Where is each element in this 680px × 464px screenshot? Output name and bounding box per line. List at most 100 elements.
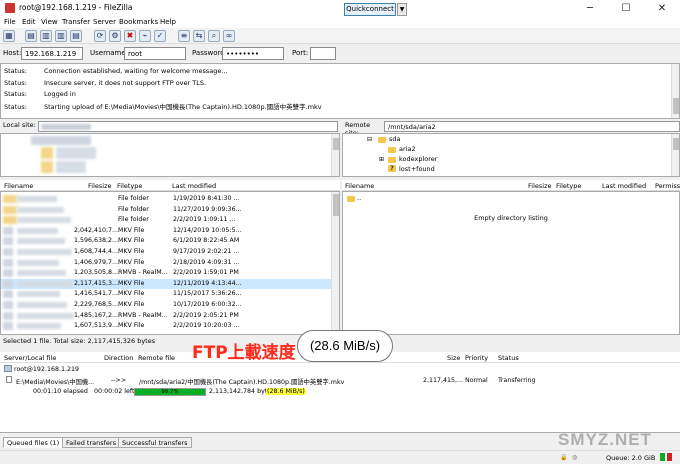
- table-row[interactable]: 1,406,979,7... MKV File 2/18/2019 4:09:31 …: [1, 258, 331, 268]
- menu-transfer[interactable]: Transfer: [62, 18, 90, 26]
- toggle-queue-icon[interactable]: ▤: [70, 30, 82, 42]
- local-file-list[interactable]: File folder 1/19/2019 8:41:30 ... File fol…: [0, 191, 340, 335]
- queue-col-server[interactable]: Server/Local file: [4, 354, 56, 362]
- menu-edit[interactable]: Edit: [22, 18, 36, 26]
- queue-col-priority[interactable]: Priority: [465, 354, 488, 362]
- local-site-input[interactable]: [38, 121, 338, 132]
- reconnect-icon[interactable]: ✓: [154, 30, 166, 42]
- quickconnect-button[interactable]: Quickconnect: [344, 3, 396, 16]
- queue-col-status[interactable]: Status: [498, 354, 519, 362]
- queue-server[interactable]: root@192.168.1.219: [14, 366, 79, 373]
- table-row[interactable]: File folder 2/2/2019 1:09:11 ...: [1, 215, 331, 225]
- file-size: 1,406,979,7...: [74, 258, 119, 266]
- remote-site-label: Remote site:: [345, 121, 385, 137]
- sync-browse-icon[interactable]: ⇆: [193, 30, 205, 42]
- table-row[interactable]: 1,416,541,7... MKV File 11/15/2017 5:36:26…: [1, 289, 331, 299]
- file-size: 1,485,167,2...: [74, 311, 119, 319]
- local-list-scrollbar[interactable]: [331, 192, 339, 334]
- remote-col-filetype[interactable]: Filetype: [556, 182, 581, 190]
- col-filetype[interactable]: Filetype: [117, 182, 142, 190]
- menu-help[interactable]: Help: [160, 18, 176, 26]
- quickconnect-dropdown-icon[interactable]: ▼: [397, 3, 407, 16]
- minimize-icon[interactable]: ─: [572, 0, 608, 17]
- transfer-queue[interactable]: root@192.168.1.219 E:\Media\Movies\中国機..…: [0, 363, 680, 433]
- menu-bookmarks[interactable]: Bookmarks: [119, 18, 158, 26]
- table-row[interactable]: 2,042,410,7... MKV File 12/14/2019 10:05:5…: [1, 226, 331, 236]
- file-date: 2/2/2019 2:05:21 PM: [173, 311, 239, 319]
- speed-limit-icon: ◎: [572, 454, 578, 461]
- remote-tree-scrollbar[interactable]: [671, 134, 679, 176]
- table-row[interactable]: 2,229,768,5... MKV File 10/17/2019 6:00:32…: [1, 300, 331, 310]
- remote-col-filesize[interactable]: Filesize: [528, 182, 551, 190]
- parent-directory[interactable]: ..: [357, 194, 361, 202]
- log-scrollbar[interactable]: [671, 64, 679, 118]
- remote-site-input[interactable]: /mnt/sda/aria2: [384, 121, 680, 132]
- tree-item-aria2[interactable]: aria2: [399, 145, 416, 153]
- file-date: 12/14/2019 10:05:5...: [173, 226, 242, 234]
- queue-remote-file[interactable]: /mnt/sda/aria2/中国機長(The Captain).HD.1080…: [139, 377, 344, 386]
- toggle-remote-tree-icon[interactable]: ▥: [55, 30, 67, 42]
- queue-col-size[interactable]: Size: [447, 354, 460, 362]
- file-type: MKV File: [118, 290, 145, 298]
- password-input[interactable]: ••••••••: [222, 47, 284, 60]
- port-input[interactable]: [310, 47, 336, 60]
- queue-local-file[interactable]: E:\Media\Movies\中国機...: [16, 377, 94, 386]
- maximize-icon[interactable]: ☐: [608, 0, 644, 17]
- toggle-log-icon[interactable]: ▤: [25, 30, 37, 42]
- table-row[interactable]: File folder 1/19/2019 8:41:30 ...: [1, 194, 331, 204]
- col-filesize[interactable]: Filesize: [88, 182, 111, 190]
- tab-successful-transfers[interactable]: Successful transfers: [118, 437, 192, 448]
- queue-status: Transferring: [498, 377, 536, 384]
- file-type: MKV File: [118, 258, 145, 266]
- table-row[interactable]: File folder 11/27/2019 9:09:36...: [1, 205, 331, 215]
- tree-item-sda[interactable]: sda: [389, 135, 401, 143]
- toggle-local-tree-icon[interactable]: ▥: [40, 30, 52, 42]
- file-date: 11/15/2017 5:36:26...: [173, 290, 242, 298]
- activity-led-upload: [660, 453, 665, 461]
- refresh-icon[interactable]: ⟳: [94, 30, 106, 42]
- site-manager-icon[interactable]: ▦: [3, 30, 15, 42]
- tab-queued-files[interactable]: Queued files (1): [3, 437, 64, 448]
- file-type: RMVB - RealM...: [118, 269, 168, 277]
- file-type: MKV File: [118, 237, 145, 245]
- transfer-speed: (28.6 MiB/s): [266, 388, 306, 395]
- local-tree[interactable]: [0, 133, 340, 177]
- search-icon[interactable]: ⌕: [208, 30, 220, 42]
- remote-col-last-modified[interactable]: Last modified: [602, 182, 646, 190]
- remote-col-filename[interactable]: Filename: [345, 182, 374, 190]
- close-icon[interactable]: ✕: [644, 0, 680, 17]
- cancel-icon[interactable]: ✖: [124, 30, 136, 42]
- host-input[interactable]: 192.168.1.219: [21, 47, 83, 60]
- remote-file-list[interactable]: .. Empty directory listing: [342, 191, 680, 335]
- menu-bar: File Edit View Transfer Server Bookmarks…: [0, 17, 680, 28]
- table-row[interactable]: 1,203,505,8... RMVB - RealM... 2/2/2019 1:…: [1, 268, 331, 278]
- table-row[interactable]: 1,608,744,4... MKV File 9/17/2019 2:02:21 …: [1, 247, 331, 257]
- username-input[interactable]: root: [124, 47, 186, 60]
- binoculars-icon[interactable]: ∞: [223, 30, 235, 42]
- remote-col-permissions[interactable]: Permiss: [655, 182, 680, 190]
- menu-server[interactable]: Server: [93, 18, 116, 26]
- tab-failed-transfers[interactable]: Failed transfers: [62, 437, 120, 448]
- col-last-modified[interactable]: Last modified: [172, 182, 216, 190]
- table-row[interactable]: 2,117,415,3... MKV File 12/11/2019 4:13:44…: [1, 278, 331, 289]
- table-row[interactable]: 1,596,638,2... MKV File 6/1/2019 8:22:45 A…: [1, 236, 331, 246]
- tree-item-kodexplorer[interactable]: kodexplorer: [399, 155, 437, 163]
- table-row[interactable]: 1,607,513,9... MKV File 2/2/2019 10:20:03 …: [1, 321, 331, 331]
- menu-view[interactable]: View: [41, 18, 58, 26]
- file-date: 10/17/2019 6:00:32...: [173, 301, 242, 308]
- empty-directory-message: Empty directory listing: [474, 214, 548, 222]
- lock-icon: 🔒: [560, 454, 568, 461]
- col-filename[interactable]: Filename: [4, 182, 33, 190]
- tree-item-lost-found[interactable]: lost+found: [399, 165, 435, 173]
- local-tree-scrollbar[interactable]: [331, 134, 339, 176]
- file-type: MKV File: [118, 226, 145, 234]
- process-queue-icon[interactable]: ⚙: [109, 30, 121, 42]
- queue-col-remote[interactable]: Remote file: [138, 354, 175, 362]
- remote-tree[interactable]: ⊟ sda aria2 ⊞ kodexplorer ? lost+found: [342, 133, 680, 177]
- annotation-bubble: (28.6 MiB/s): [297, 330, 393, 362]
- filter-icon[interactable]: ≡: [178, 30, 190, 42]
- table-row[interactable]: 1,485,167,2... RMVB - RealM... 2/2/2019 2:…: [1, 311, 331, 321]
- queue-col-direction[interactable]: Direction: [104, 354, 133, 362]
- menu-file[interactable]: File: [4, 18, 16, 26]
- disconnect-icon[interactable]: ⌁: [139, 30, 151, 42]
